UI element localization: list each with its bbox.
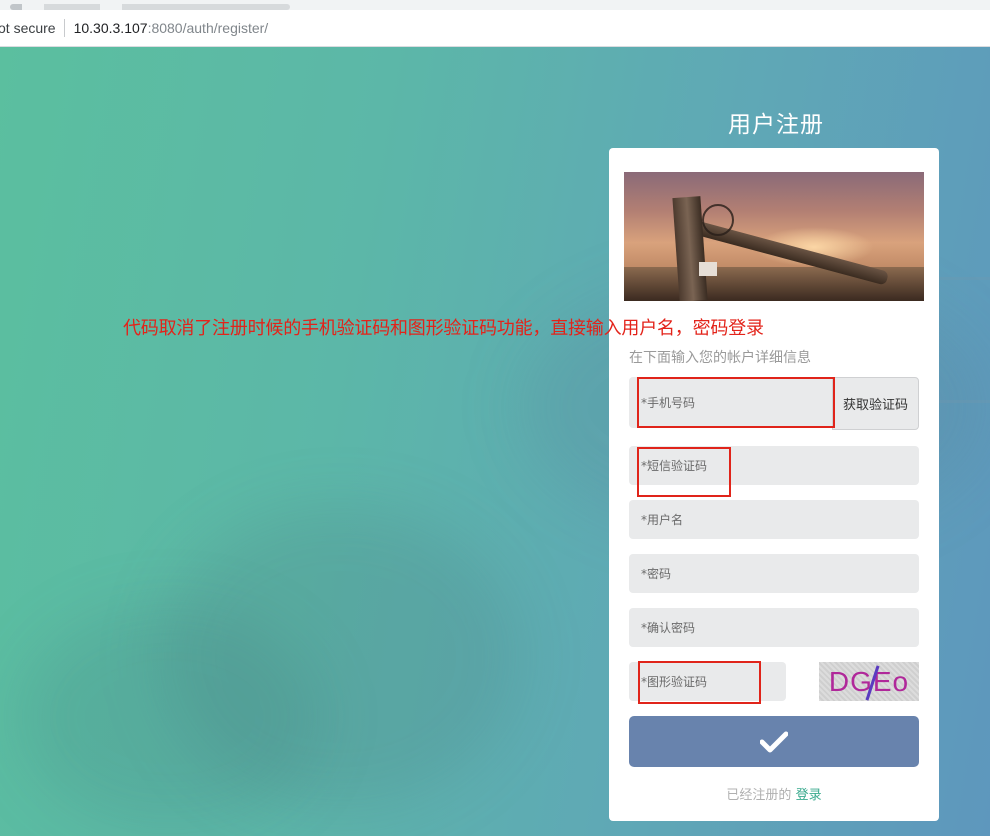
login-prompt: 已经注册的 登录 bbox=[609, 784, 939, 803]
captcha-input[interactable] bbox=[629, 662, 786, 701]
password-input[interactable] bbox=[629, 554, 919, 593]
browser-tab-strip bbox=[0, 0, 990, 10]
url-path: :8080/auth/register/ bbox=[147, 20, 269, 36]
page-background: 用户注册 在下面输入您的帐户详细信息 获取验证码 DGEo 已经注 bbox=[0, 47, 990, 836]
hero-fence-post bbox=[672, 196, 708, 301]
sms-code-input[interactable] bbox=[629, 446, 919, 485]
register-panel: 在下面输入您的帐户详细信息 获取验证码 DGEo 已经注册的 登录 bbox=[609, 148, 939, 821]
url-text[interactable]: 10.30.3.107:8080/auth/register/ bbox=[74, 20, 269, 36]
confirm-password-input[interactable] bbox=[629, 608, 919, 647]
address-divider bbox=[63, 19, 65, 37]
get-sms-code-button[interactable]: 获取验证码 bbox=[832, 377, 919, 430]
annotation-text: 代码取消了注册时候的手机验证码和图形验证码功能，直接输入用户名，密码登录 bbox=[123, 318, 764, 339]
hero-tag bbox=[699, 262, 717, 276]
form-subtitle: 在下面输入您的帐户详细信息 bbox=[629, 350, 811, 366]
hero-image bbox=[624, 172, 924, 301]
security-indicator[interactable]: ot secure bbox=[0, 20, 56, 36]
login-link[interactable]: 登录 bbox=[796, 788, 822, 803]
captcha-image[interactable]: DGEo bbox=[819, 662, 919, 701]
check-icon bbox=[760, 731, 788, 752]
hero-barbed-wire bbox=[702, 204, 734, 236]
url-host: 10.30.3.107 bbox=[73, 20, 148, 36]
page-title: 用户注册 bbox=[728, 112, 824, 138]
username-input[interactable] bbox=[629, 500, 919, 539]
background-blur bbox=[20, 607, 320, 827]
register-submit-button[interactable] bbox=[629, 716, 919, 767]
already-registered-text: 已经注册的 bbox=[726, 788, 792, 803]
browser-address-bar[interactable]: ot secure 10.30.3.107:8080/auth/register… bbox=[0, 10, 990, 47]
phone-input[interactable] bbox=[629, 377, 832, 428]
